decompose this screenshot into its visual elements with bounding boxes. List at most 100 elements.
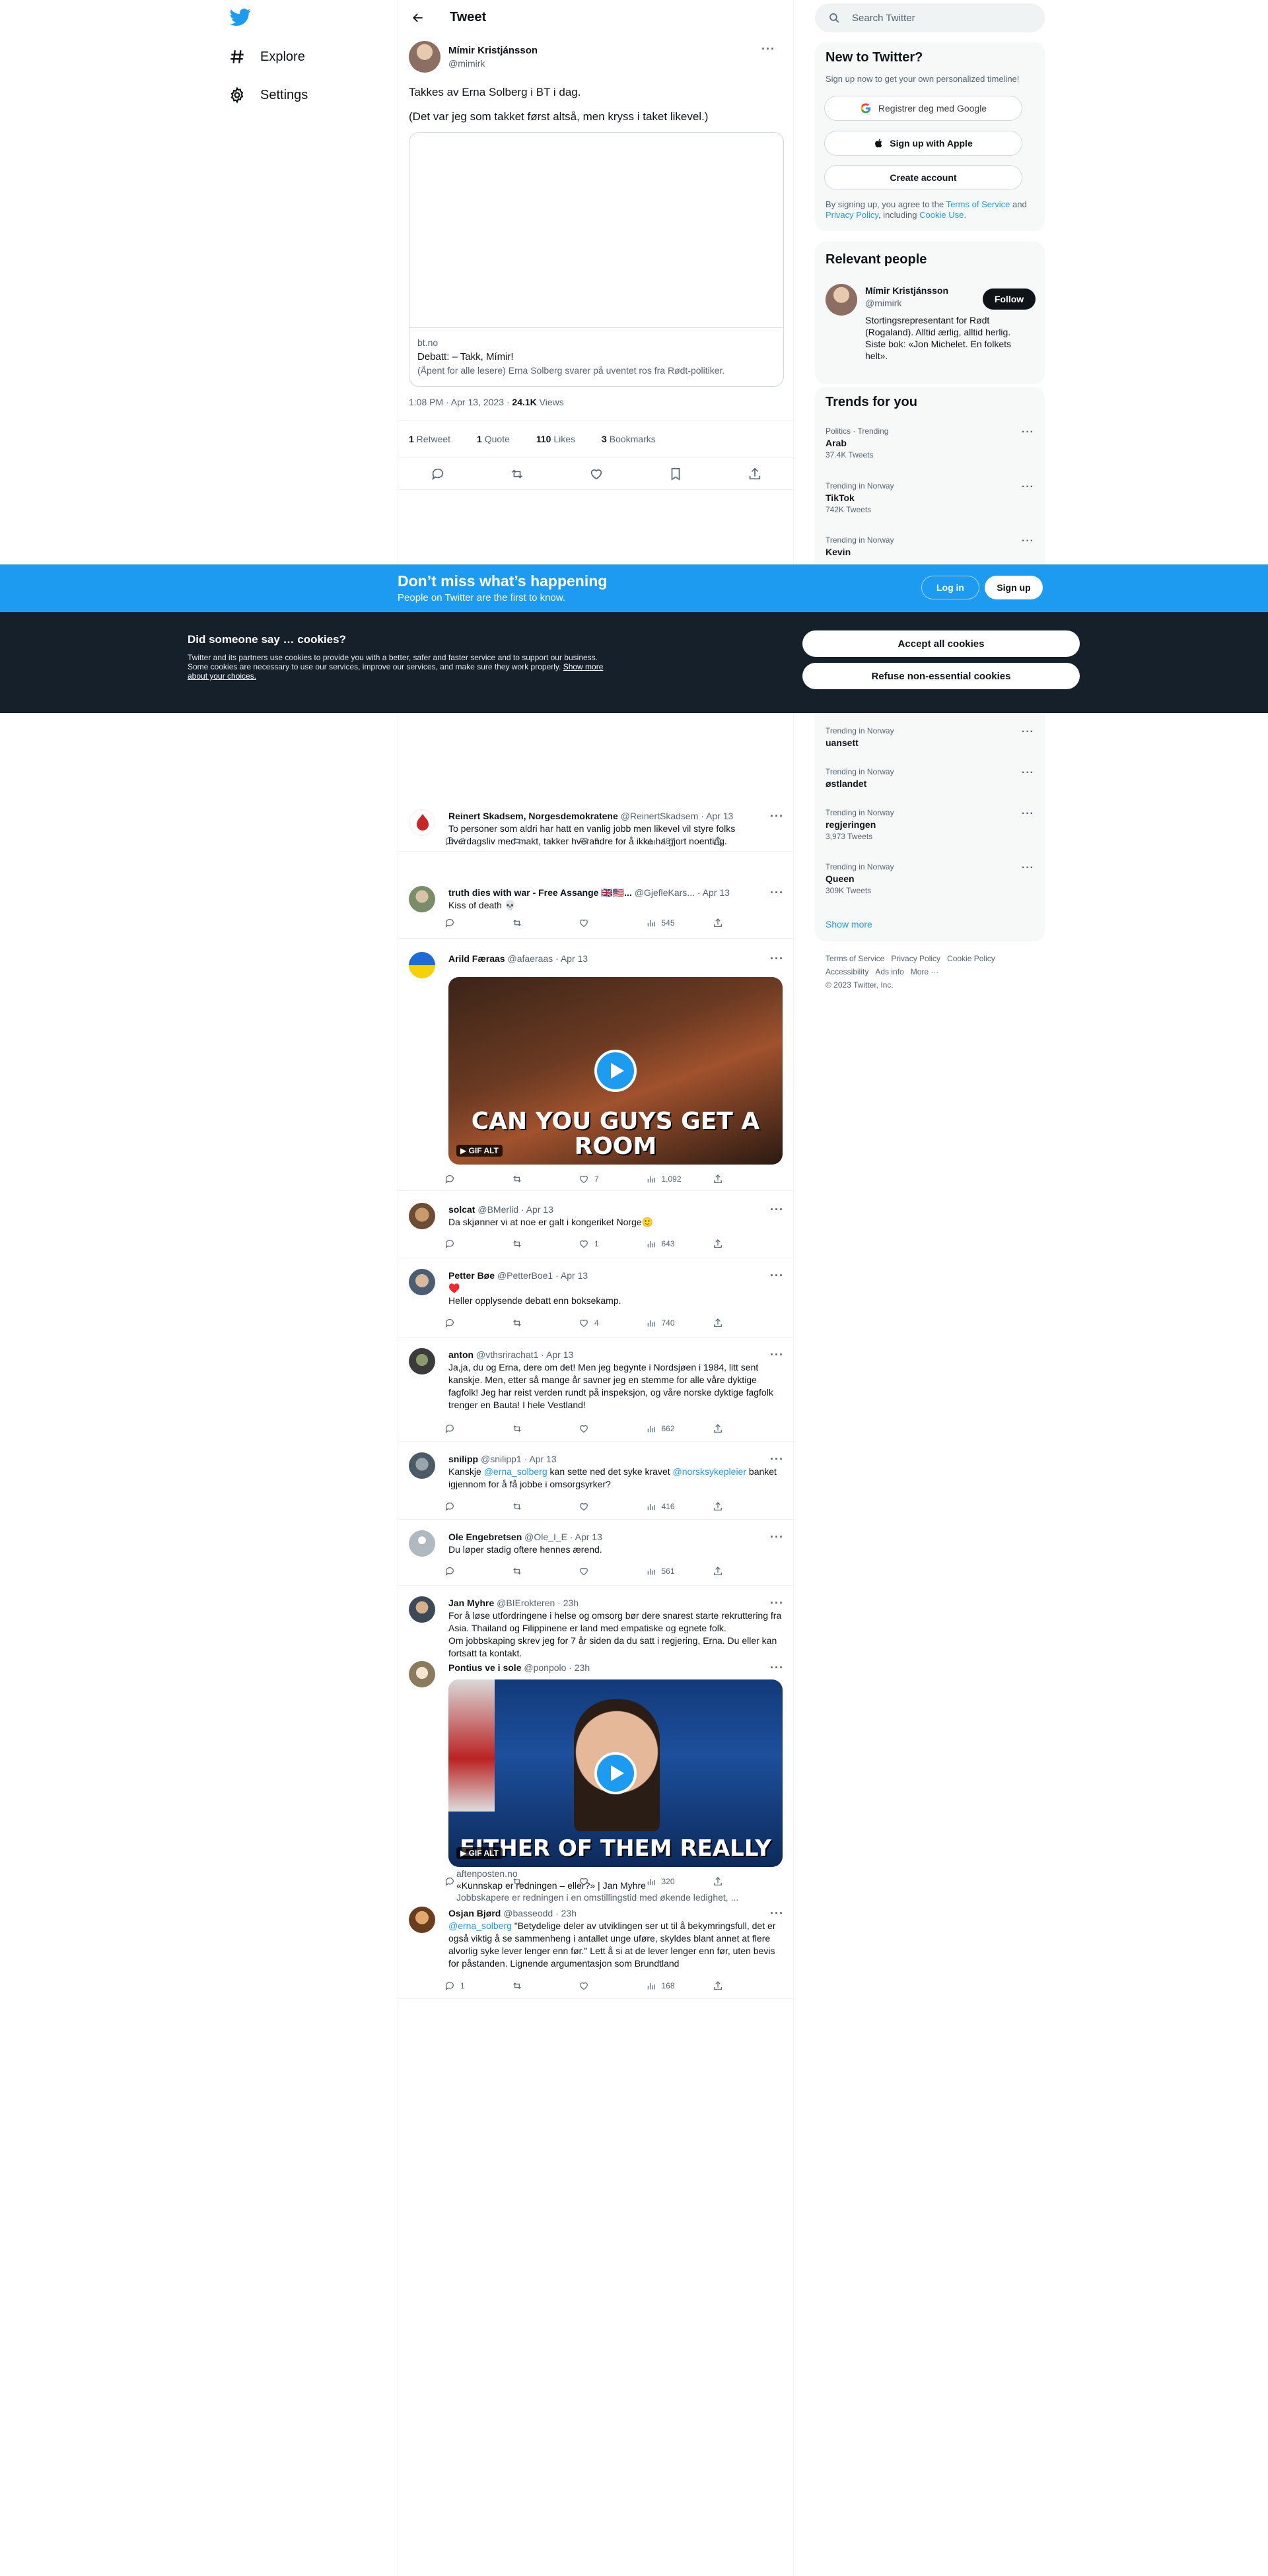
reply-tweet[interactable]: Osjan Bjørd @basseodd · 23h ··· @erna_so…	[398, 1901, 794, 1999]
reply-tweet[interactable]: Reinert Skadsem, Norgesdemokratene @Rein…	[398, 804, 794, 852]
bookmark-icon[interactable]	[668, 467, 683, 481]
avatar[interactable]	[409, 1203, 435, 1229]
views-button[interactable]: 561	[646, 1566, 686, 1576]
reply-author-meta[interactable]: @PetterBoe1 · Apr 13	[495, 1270, 588, 1281]
reply-tweet[interactable]: Jan Myhre @BIErokteren · 23h ··· For å l…	[398, 1591, 794, 1658]
retweet-button[interactable]	[512, 836, 551, 846]
avatar[interactable]	[409, 1661, 435, 1687]
retweet-button[interactable]	[512, 1501, 551, 1512]
link-card[interactable]: bt.no Debatt: – Takk, Mímir! (Åpent for …	[409, 132, 784, 387]
mention-link[interactable]: @norsksykepleier	[673, 1466, 746, 1477]
share-button[interactable]	[713, 1423, 728, 1434]
apple-signup-button[interactable]: Sign up with Apple	[824, 131, 1022, 156]
footer-link[interactable]: Privacy Policy	[891, 954, 940, 963]
retweet-button[interactable]	[512, 1981, 551, 1991]
mention-link[interactable]: @erna_solberg	[484, 1466, 547, 1477]
share-button[interactable]	[713, 836, 728, 846]
reply-author-name[interactable]: snilipp	[448, 1454, 478, 1464]
create-account-button[interactable]: Create account	[824, 165, 1022, 190]
views-button[interactable]: 545	[646, 918, 686, 928]
views-button[interactable]: 643	[646, 1238, 686, 1249]
more-options-icon[interactable]: ···	[1022, 808, 1034, 820]
reply-author-meta[interactable]: @ReinertSkadsem · Apr 13	[618, 811, 734, 821]
retweet-icon[interactable]	[510, 467, 524, 481]
gif-media[interactable]: EITHER OF THEM REALLY ▶ GIF ALT	[448, 1679, 783, 1867]
reply-tweet[interactable]: anton @vthsrirachat1 · Apr 13 ··· Ja,ja,…	[398, 1343, 794, 1442]
like-button[interactable]: 1	[579, 1238, 618, 1249]
avatar[interactable]	[409, 1348, 435, 1374]
share-button[interactable]	[713, 918, 728, 928]
more-options-icon[interactable]: ···	[770, 1596, 784, 1610]
retweet-button[interactable]	[512, 1318, 551, 1328]
footer-link[interactable]: More ···	[911, 967, 939, 976]
reply-author-meta[interactable]: @vthsrirachat1 · Apr 13	[474, 1349, 573, 1360]
twitter-logo-icon[interactable]	[230, 7, 254, 30]
reply-tweet[interactable]: truth dies with war - Free Assange 🇬🇧🇺🇸.…	[398, 881, 794, 939]
alt-label[interactable]: ALT	[483, 1848, 498, 1858]
more-options-icon[interactable]: ···	[770, 1452, 784, 1466]
reply-author-meta[interactable]: @ponpolo · 23h	[521, 1662, 590, 1673]
share-button[interactable]	[713, 1318, 728, 1328]
like-button[interactable]: 7	[579, 1174, 618, 1184]
retweet-button[interactable]	[512, 1238, 551, 1249]
views-button[interactable]: 1,092	[646, 1174, 686, 1184]
gif-media[interactable]: CAN YOU GUYS GET A ROOM ▶ GIF ALT	[448, 977, 783, 1165]
terms-link[interactable]: Terms of Service	[946, 199, 1010, 209]
search-input[interactable]: Search Twitter	[815, 3, 1045, 32]
more-options-icon[interactable]: ···	[770, 1661, 784, 1675]
views-button[interactable]: 168	[646, 1981, 686, 1991]
like-button[interactable]: 3	[579, 836, 618, 846]
reply-button[interactable]: 2	[444, 836, 484, 846]
reply-author-meta[interactable]: @afaeraas · Apr 13	[505, 953, 588, 964]
like-button[interactable]	[579, 1566, 618, 1576]
retweet-button[interactable]	[512, 1423, 551, 1434]
avatar[interactable]	[409, 1530, 435, 1557]
reply-tweet[interactable]: Arild Færaas @afaeraas · Apr 13 ··· CAN …	[398, 947, 794, 1191]
reply-author-meta[interactable]: @Ole_I_E · Apr 13	[522, 1532, 602, 1542]
share-button[interactable]	[713, 1238, 728, 1249]
reply-button[interactable]	[444, 1423, 484, 1434]
more-options-icon[interactable]: ···	[761, 42, 775, 56]
reply-button[interactable]: 1	[444, 1981, 484, 1991]
avatar[interactable]	[409, 1452, 435, 1479]
more-options-icon[interactable]: ···	[770, 952, 784, 966]
reply-author-name[interactable]: Pontius ve i sole	[448, 1662, 521, 1673]
reply-author-name[interactable]: anton	[448, 1349, 474, 1360]
footer-link[interactable]: Terms of Service	[826, 954, 884, 963]
more-options-icon[interactable]: ···	[770, 809, 784, 823]
reply-button[interactable]	[444, 1876, 484, 1887]
avatar[interactable]	[409, 1269, 435, 1295]
nav-explore[interactable]: Explore	[229, 41, 305, 73]
follow-button[interactable]: Follow	[983, 288, 1036, 310]
views-button[interactable]: 740	[646, 1318, 686, 1328]
reply-icon[interactable]	[431, 467, 445, 481]
stat-retweets[interactable]: 1 Retweet	[409, 434, 464, 444]
avatar[interactable]	[409, 1907, 435, 1933]
reply-tweet[interactable]: Petter Bøe @PetterBoe1 · Apr 13 ··· ♥️ H…	[398, 1264, 794, 1338]
reply-author-name[interactable]: Reinert Skadsem, Norgesdemokratene	[448, 811, 618, 821]
views-button[interactable]: 487	[646, 836, 686, 846]
mention-link[interactable]: @erna_solberg	[448, 1920, 512, 1931]
footer-link[interactable]: Cookie Policy	[947, 954, 995, 963]
cookie-use-link[interactable]: Cookie Use	[919, 210, 964, 220]
more-options-icon[interactable]: ···	[1022, 862, 1034, 874]
like-button[interactable]	[579, 1423, 618, 1434]
like-button[interactable]: 4	[579, 1318, 618, 1328]
reply-tweet[interactable]: snilipp @snilipp1 · Apr 13 ··· Kanskje @…	[398, 1447, 794, 1520]
avatar[interactable]	[826, 284, 857, 316]
more-options-icon[interactable]: ···	[1022, 481, 1034, 493]
views-button[interactable]: 662	[646, 1423, 686, 1434]
reply-author-name[interactable]: Petter Bøe	[448, 1270, 495, 1281]
share-icon[interactable]	[748, 467, 762, 481]
reply-button[interactable]	[444, 1566, 484, 1576]
play-icon[interactable]	[594, 1050, 637, 1092]
trend-item[interactable]: Politics · Trending Arab 37.4K Tweets ···	[826, 426, 1034, 459]
reply-tweet[interactable]: Ole Engebretsen @Ole_I_E · Apr 13 ··· Du…	[398, 1525, 794, 1586]
play-icon[interactable]	[594, 1752, 637, 1794]
alt-label[interactable]: ALT	[483, 1146, 498, 1155]
reply-button[interactable]	[444, 1174, 484, 1184]
more-options-icon[interactable]: ···	[1022, 426, 1034, 438]
trend-item[interactable]: Trending in Norway TikTok 742K Tweets ···	[826, 481, 1034, 514]
reply-button[interactable]	[444, 1318, 484, 1328]
more-options-icon[interactable]: ···	[770, 886, 784, 900]
